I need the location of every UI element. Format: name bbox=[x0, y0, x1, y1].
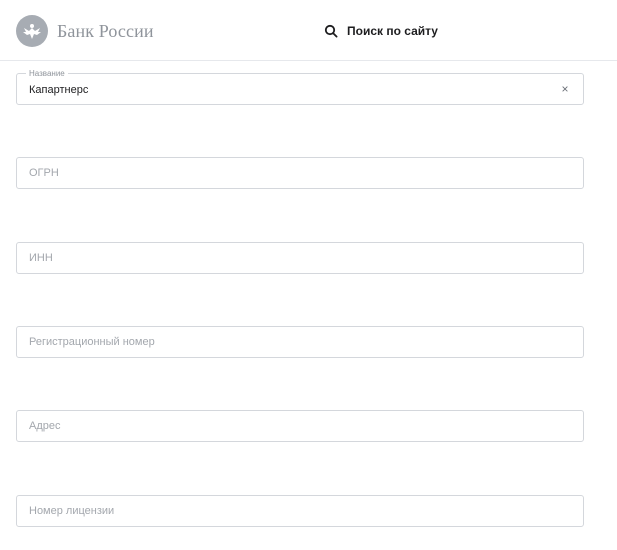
name-field: Название × bbox=[16, 69, 584, 105]
name-input[interactable] bbox=[17, 74, 583, 104]
logo-text: Банк России bbox=[57, 20, 154, 41]
license-number-input[interactable] bbox=[17, 496, 583, 526]
license-number-field bbox=[16, 495, 584, 527]
inn-field bbox=[16, 242, 584, 274]
clear-name-button[interactable]: × bbox=[559, 83, 571, 95]
site-search-button[interactable]: Поиск по сайту bbox=[324, 22, 438, 40]
search-icon bbox=[324, 24, 338, 38]
ogrn-field bbox=[16, 157, 584, 189]
address-field bbox=[16, 410, 584, 442]
site-header: Банк России Поиск по сайту bbox=[0, 0, 617, 61]
eagle-emblem-icon bbox=[16, 15, 48, 47]
bank-logo[interactable]: Банк России bbox=[16, 14, 154, 48]
address-input[interactable] bbox=[17, 411, 583, 441]
ogrn-input[interactable] bbox=[17, 158, 583, 188]
reg-number-input[interactable] bbox=[17, 327, 583, 357]
search-label: Поиск по сайту bbox=[347, 24, 438, 38]
reg-number-field bbox=[16, 326, 584, 358]
inn-input[interactable] bbox=[17, 243, 583, 273]
